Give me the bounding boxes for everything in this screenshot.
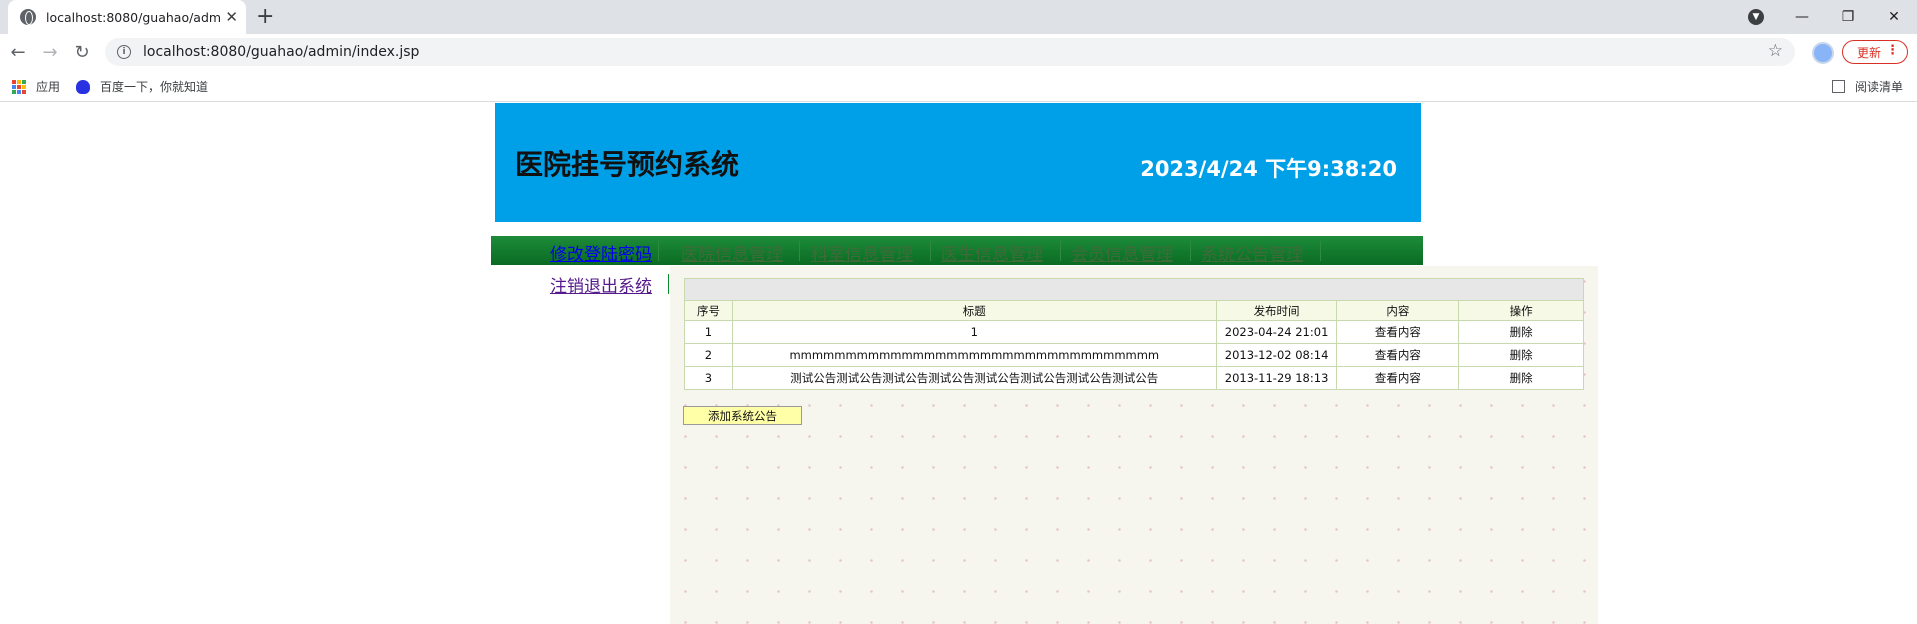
minimize-icon[interactable]: —: [1779, 0, 1825, 34]
reading-list-label: 阅读清单: [1855, 80, 1904, 94]
cell-no: 1: [684, 320, 733, 344]
bookmark-label: 百度一下，你就知道: [100, 80, 209, 94]
cell-title: 测试公告测试公告测试公告测试公告测试公告测试公告测试公告测试公告: [731, 366, 1217, 390]
close-window-icon[interactable]: ✕: [1871, 0, 1917, 34]
reading-list[interactable]: 阅读清单: [1832, 78, 1903, 95]
menu-separator: [1320, 241, 1321, 261]
reading-list-icon: [1832, 80, 1845, 93]
table-caption-row: [684, 278, 1584, 301]
cell-time: 2023-04-24 21:01: [1215, 320, 1338, 344]
browser-tabstrip: localhost:8080/guahao/admin/index.jsp ✕ …: [0, 0, 1917, 34]
delete-link[interactable]: 删除: [1510, 348, 1533, 362]
address-bar[interactable]: i localhost:8080/guahao/admin/index.jsp …: [105, 38, 1795, 66]
column-header: 操作: [1458, 300, 1584, 321]
view-content-link[interactable]: 查看内容: [1375, 325, 1421, 339]
menu-change-password[interactable]: 修改登陆密码: [550, 240, 652, 265]
cell-time: 2013-12-02 08:14: [1215, 343, 1338, 367]
column-header: 发布时间: [1215, 300, 1338, 321]
delete-link[interactable]: 删除: [1510, 371, 1533, 385]
cell-title: mmmmmmmmmmmmmmmmmmmmmmmmmmmmmmmmm: [731, 343, 1217, 367]
menu-separator: [799, 241, 800, 261]
bookmark-label: 应用: [36, 80, 61, 94]
bookmark-star-icon[interactable]: ☆: [1768, 41, 1783, 61]
column-header: 标题: [731, 300, 1217, 321]
menu-logout[interactable]: 注销退出系统: [550, 272, 652, 297]
cell-title: 1: [731, 320, 1217, 344]
menu-announcement[interactable]: 系统公告管理: [1201, 240, 1303, 265]
header-banner: 医院挂号预约系统 2023/4/24 下午9:38:20: [495, 103, 1421, 222]
menu-separator: [658, 241, 659, 261]
reload-icon[interactable]: ↻: [69, 39, 95, 65]
menu-hospital-info[interactable]: 医院信息管理: [681, 240, 783, 265]
clock-display: 2023/4/24 下午9:38:20: [1140, 157, 1397, 181]
cell-time: 2013-11-29 18:13: [1215, 366, 1338, 390]
table-row: 2 mmmmmmmmmmmmmmmmmmmmmmmmmmmmmmmmm 2013…: [684, 343, 1584, 367]
view-content-link[interactable]: 查看内容: [1375, 348, 1421, 362]
browser-tab[interactable]: localhost:8080/guahao/admin/index.jsp ✕: [8, 0, 246, 34]
bookmarks-bar: 应用 百度一下，你就知道 阅读清单: [0, 70, 1917, 102]
announcement-table: 序号 标题 发布时间 内容 操作 1 1 2023-04-24 21:01 查看…: [684, 278, 1584, 390]
bookmark-baidu[interactable]: 百度一下，你就知道: [76, 78, 208, 95]
tab-search-icon[interactable]: ▼: [1748, 9, 1764, 25]
content-panel: 序号 标题 发布时间 内容 操作 1 1 2023-04-24 21:01 查看…: [670, 266, 1598, 624]
site-info-icon[interactable]: i: [117, 45, 131, 59]
delete-link[interactable]: 删除: [1510, 325, 1533, 339]
url-text[interactable]: localhost:8080/guahao/admin/index.jsp: [143, 44, 419, 60]
forward-icon[interactable]: →: [37, 39, 63, 65]
baidu-paw-icon: [76, 79, 90, 94]
table-row: 1 1 2023-04-24 21:01 查看内容 删除: [684, 320, 1584, 344]
apps-icon: [12, 79, 26, 94]
cell-no: 3: [684, 366, 733, 390]
tab-title: localhost:8080/guahao/admin/index.jsp: [46, 9, 222, 25]
new-tab-icon[interactable]: +: [256, 4, 274, 29]
table-row: 3 测试公告测试公告测试公告测试公告测试公告测试公告测试公告测试公告 2013-…: [684, 366, 1584, 390]
close-tab-icon[interactable]: ✕: [225, 8, 238, 26]
menu-separator: [668, 274, 669, 294]
menu-member-info[interactable]: 会员信息管理: [1071, 240, 1173, 265]
menu-separator: [930, 241, 931, 261]
cell-no: 2: [684, 343, 733, 367]
update-label: 更新: [1857, 45, 1882, 60]
back-icon[interactable]: ←: [5, 39, 31, 65]
bookmark-apps[interactable]: 应用: [12, 78, 60, 95]
add-announcement-button[interactable]: 添加系统公告: [683, 406, 802, 425]
globe-icon: [20, 9, 36, 25]
browser-toolbar: ← → ↻ i localhost:8080/guahao/admin/inde…: [0, 34, 1917, 70]
menu-separator: [1060, 241, 1061, 261]
update-button[interactable]: 更新 ⋮: [1842, 40, 1908, 64]
column-header: 内容: [1336, 300, 1460, 321]
menu-department-info[interactable]: 科室信息管理: [811, 240, 913, 265]
menu-doctor-info[interactable]: 医生信息管理: [941, 240, 1043, 265]
profile-avatar[interactable]: [1812, 42, 1834, 64]
menu-separator: [1190, 241, 1191, 261]
site-title: 医院挂号预约系统: [515, 148, 740, 181]
column-header: 序号: [684, 300, 733, 321]
restore-icon[interactable]: ❐: [1825, 0, 1871, 34]
view-content-link[interactable]: 查看内容: [1375, 371, 1421, 385]
menu-dots-icon: ⋮: [1886, 43, 1899, 58]
table-header-row: 序号 标题 发布时间 内容 操作: [684, 300, 1584, 321]
main-menu-bar: 修改登陆密码 医院信息管理 科室信息管理 医生信息管理 会员信息管理 系统公告管…: [491, 236, 1423, 265]
